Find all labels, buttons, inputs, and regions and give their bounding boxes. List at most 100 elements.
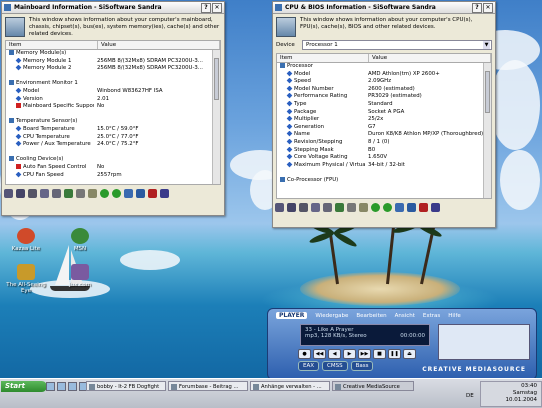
column-header-value[interactable]: Value [369,54,491,62]
rewind-icon[interactable]: ◀ [328,349,341,359]
list-row[interactable]: Memory Module(s) [6,50,220,58]
list-row[interactable]: Temperature Sensor(s) [6,118,220,126]
previous-icon[interactable]: ◀◀ [313,349,326,359]
mail-icon[interactable] [40,188,49,198]
list-row[interactable]: Generation G7 [277,123,491,132]
eax-button[interactable]: EAX [298,361,320,371]
list-row[interactable]: Mainboard Specific Support No [6,103,220,111]
taskbar-button[interactable]: Anhänge verwalten - ... [250,381,330,391]
list-row[interactable]: Core Voltage Rating 1.650V [277,154,491,162]
wrench-icon[interactable] [88,188,97,198]
list-row[interactable] [6,149,220,157]
print-icon[interactable] [28,188,37,198]
info-list[interactable]: Processor Model AMD Athlon(tm) XP 2600+ Spe… [276,63,492,199]
list-row[interactable]: Processor [277,63,491,71]
device-dropdown[interactable]: Processor 1 ▼ [302,40,492,50]
help-button[interactable]: ? [472,2,482,13]
record-icon[interactable]: ● [298,349,311,359]
clock[interactable]: 03:40 Samstag 10.01.2004 [506,383,538,404]
list-row[interactable]: Maximum Physical / Virtual Ad...34-bit /… [277,161,491,170]
close-button[interactable]: ✕ [212,2,222,13]
list-row[interactable]: Environment Monitor 1 [6,80,220,88]
close-button[interactable]: ✕ [483,2,493,13]
list-row[interactable]: Model AMD Athlon(tm) XP 2600+ [277,70,491,79]
list-row[interactable]: Speed 2.09GHz [277,78,491,86]
list-row[interactable]: Power / Aux Temperature 24.0°C / 75.2°F [6,141,220,149]
bass-button[interactable]: Bass [350,361,374,371]
taskbar-button-active[interactable]: Creative MediaSource [332,381,414,391]
list-row[interactable]: Stepping Mask B0 [277,146,491,155]
quicklaunch-icon[interactable] [68,382,77,391]
cmss-button[interactable]: CMSS [322,361,348,371]
quicklaunch-icon[interactable] [46,382,55,391]
close-icon[interactable] [148,188,157,198]
check-icon[interactable] [136,188,145,198]
list-row[interactable]: Model Winbond W83627HF ISA [6,87,220,96]
list-row[interactable]: Version 2.01 [6,95,220,104]
list-row[interactable]: Memory Module 2 256MB 8/(32Mx8) SDRAM PC3… [6,65,220,73]
menu-item-wiedergabe[interactable]: Wiedergabe [315,313,348,319]
cpu-bios-info-window[interactable]: CPU & BIOS Information - SiSoftware Sand… [272,1,496,228]
mail-icon[interactable] [311,202,320,212]
help-button[interactable]: ? [201,2,211,13]
help-icon[interactable] [160,188,169,198]
menu-item-ansicht[interactable]: Ansicht [395,313,415,319]
list-row[interactable]: Board Temperature 15.0°C / 59.0°F [6,125,220,134]
desktop-icon-kazaa[interactable]: Kazaa Lite [8,228,44,252]
scrollbar-thumb[interactable] [214,58,219,100]
menu-item-hilfe[interactable]: Hilfe [448,313,461,319]
chart-icon[interactable] [64,188,73,198]
play-icon[interactable]: ▶ [343,349,356,359]
chart-icon[interactable] [335,202,344,212]
list-row[interactable]: Cooling Device(s) [6,156,220,164]
taskbar-button[interactable]: Forumbase - Beitrag ... [168,381,248,391]
column-header-item[interactable]: Item [277,54,369,62]
list-row[interactable] [6,111,220,119]
close-icon[interactable] [419,202,428,212]
menu-item-bearbeiten[interactable]: Bearbeiten [356,313,386,319]
tools-icon[interactable] [76,188,85,198]
tools-icon[interactable] [347,202,356,212]
print-icon[interactable] [299,202,308,212]
list-row[interactable]: Name Duron K8/K8 Athlon MP/XP (Thoroughbr… [277,131,491,139]
save-icon[interactable] [16,188,25,198]
menu-item-extras[interactable]: Extras [423,313,440,319]
info-list[interactable]: Memory Module(s) Memory Module 1 256MB 8/(… [5,50,221,185]
taskbar-button[interactable]: bobby - It-2 FB Dogfight [86,381,166,391]
vertical-scrollbar[interactable] [483,63,491,198]
fax-icon[interactable] [52,188,61,198]
chevron-down-icon[interactable]: ▼ [483,41,490,49]
check-icon[interactable] [407,202,416,212]
desktop-icon-all-seeing-eye[interactable]: The All-Seeing Eye [4,264,48,294]
start-button[interactable]: Start [1,381,47,392]
list-row[interactable] [6,73,220,81]
list-row[interactable] [277,169,491,177]
list-row[interactable]: CPU Fan Speed 2557rpm [6,171,220,180]
help-icon[interactable] [431,202,440,212]
fax-icon[interactable] [323,202,332,212]
grid-icon[interactable] [275,202,284,212]
list-row[interactable]: Memory Module 1 256MB 8/(32Mx8) SDRAM PC3… [6,57,220,66]
list-row[interactable]: Revision/Stepping 8 / 1 (0) [277,138,491,147]
list-row[interactable]: Auto Fan Speed Control No [6,163,220,172]
back-icon[interactable] [371,202,380,212]
list-row[interactable]: Type Standard [277,100,491,109]
forward-icon[interactable] [112,188,121,198]
wrench-icon[interactable] [359,202,368,212]
column-header-value[interactable]: Value [98,41,220,49]
desktop-icon-jux[interactable]: Jux.com [62,264,98,288]
player-volume-panel[interactable] [438,324,530,360]
stop-icon[interactable]: ■ [373,349,386,359]
mainboard-info-window[interactable]: Mainboard Information - SiSoftware Sandr… [1,1,225,216]
refresh-icon[interactable] [124,188,133,198]
refresh-icon[interactable] [395,202,404,212]
language-indicator[interactable]: DE [466,393,474,399]
grid-icon[interactable] [4,188,13,198]
column-header-item[interactable]: Item [6,41,98,49]
pause-icon[interactable]: ❚❚ [388,349,401,359]
list-row[interactable]: Co-Processor (FPU) [277,176,491,185]
list-row[interactable]: Package Socket A PGA [277,108,491,117]
player-mode-badge[interactable]: PLAYER [276,312,308,319]
save-icon[interactable] [287,202,296,212]
quicklaunch-icon[interactable] [57,382,66,391]
